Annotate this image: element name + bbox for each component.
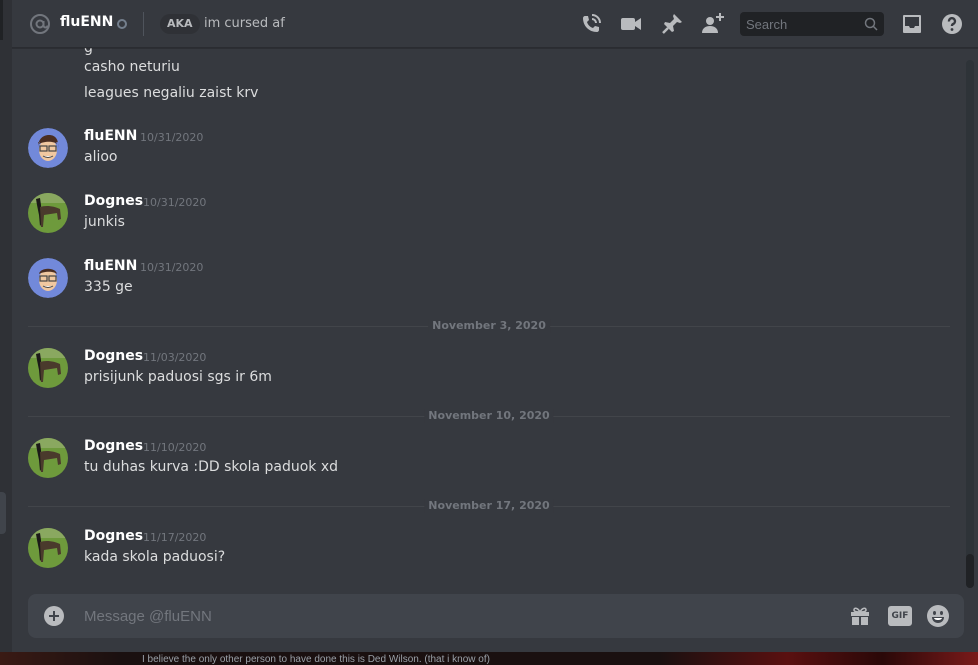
start-video-call-icon[interactable] (619, 12, 643, 36)
search-input[interactable] (740, 12, 860, 36)
scrollbar-thumb[interactable] (966, 554, 974, 588)
message-composer: GIF (28, 594, 964, 638)
message-author[interactable]: Dognes (84, 438, 143, 454)
gift-icon[interactable] (848, 604, 872, 628)
message-list: g casho neturiu leagues negaliu zaist kr… (12, 48, 978, 588)
message-text: alioo (84, 149, 118, 165)
message-line: leagues negaliu zaist krv (84, 85, 259, 101)
message-input[interactable] (84, 594, 824, 638)
message-scrollbar[interactable] (966, 60, 974, 588)
help-icon[interactable] (940, 12, 964, 36)
message-group: Dognes 11/17/2020 kada skola paduosi? (12, 528, 952, 578)
background-window: I believe the only other person to have … (0, 652, 978, 665)
sidebar-edge-shadow (0, 0, 3, 40)
date-divider: November 3, 2020 (28, 319, 950, 333)
avatar-dognes[interactable] (28, 438, 68, 478)
message-author[interactable]: fluENN (84, 128, 137, 144)
header-divider (143, 12, 144, 36)
background-image (0, 652, 120, 665)
message-text: 335 ge (84, 279, 133, 295)
chat-header: fluENN AKA im cursed af (12, 0, 978, 48)
date-divider-label: November 3, 2020 (428, 319, 550, 333)
message-group: Dognes 10/31/2020 junkis (12, 193, 952, 243)
aka-nickname: im cursed af (204, 16, 285, 31)
message-group: fluENN 10/31/2020 335 ge (12, 258, 952, 308)
message-timestamp: 11/03/2020 (143, 351, 207, 364)
emoji-picker-icon[interactable] (926, 604, 950, 628)
dm-recipient-name[interactable]: fluENN (60, 14, 113, 30)
avatar-dognes[interactable] (28, 348, 68, 388)
server-sidebar-edge (0, 0, 12, 665)
message-line-cut-off: g (84, 48, 93, 56)
message-timestamp: 10/31/2020 (140, 131, 204, 144)
message-line: casho neturiu (84, 59, 180, 75)
message-timestamp: 10/31/2020 (143, 196, 207, 209)
date-divider: November 17, 2020 (28, 499, 950, 513)
start-voice-call-icon[interactable] (579, 12, 603, 36)
message-timestamp: 11/10/2020 (143, 441, 207, 454)
message-group: fluENN 10/31/2020 alioo (12, 128, 952, 178)
message-author[interactable]: Dognes (84, 193, 143, 209)
at-sign-icon (30, 14, 50, 34)
message-author[interactable]: Dognes (84, 528, 143, 544)
background-image (660, 652, 978, 665)
add-friends-to-dm-icon[interactable] (700, 12, 724, 36)
avatar-dognes[interactable] (28, 193, 68, 233)
date-divider-label: November 17, 2020 (424, 499, 554, 513)
background-text: I believe the only other person to have … (142, 654, 490, 665)
message-timestamp: 11/17/2020 (143, 531, 207, 544)
upload-plus-icon[interactable] (44, 606, 64, 626)
avatar-dognes[interactable] (28, 528, 68, 568)
message-group: Dognes 11/03/2020 prisijunk paduosi sgs … (12, 348, 952, 398)
dm-chat-window: fluENN AKA im cursed af Search g casho n… (12, 0, 978, 652)
message-text: kada skola paduosi? (84, 549, 226, 565)
message-group: Dognes 11/10/2020 tu duhas kurva :DD sko… (12, 438, 952, 488)
avatar-fluenn[interactable] (28, 258, 68, 298)
pinned-messages-icon[interactable] (660, 12, 684, 36)
sidebar-scroll-thumb[interactable] (0, 492, 6, 534)
date-divider-label: November 10, 2020 (424, 409, 554, 423)
gif-picker-button[interactable]: GIF (888, 606, 912, 626)
message-text: prisijunk paduosi sgs ir 6m (84, 369, 272, 385)
message-author[interactable]: fluENN (84, 258, 137, 274)
inbox-icon[interactable] (900, 12, 924, 36)
message-author[interactable]: Dognes (84, 348, 143, 364)
message-timestamp: 10/31/2020 (140, 261, 204, 274)
search-icon (864, 17, 878, 31)
message-text: junkis (84, 214, 125, 230)
message-text: tu duhas kurva :DD skola paduok xd (84, 459, 339, 475)
avatar-fluenn[interactable] (28, 128, 68, 168)
offline-status-icon (117, 19, 127, 29)
search-box[interactable] (740, 12, 884, 36)
aka-badge: AKA (160, 14, 200, 34)
date-divider: November 10, 2020 (28, 409, 950, 423)
